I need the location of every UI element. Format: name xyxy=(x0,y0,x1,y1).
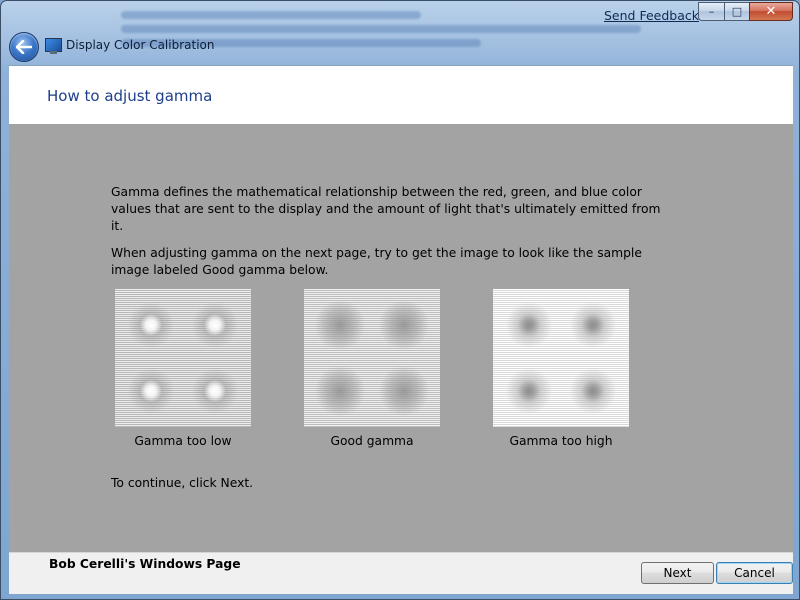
maximize-icon: □ xyxy=(731,5,743,18)
continue-instruction: To continue, click Next. xyxy=(111,476,254,490)
window-title: Display Color Calibration xyxy=(66,38,215,52)
maximize-button[interactable]: □ xyxy=(724,2,749,21)
gamma-instruction-text: When adjusting gamma on the next page, t… xyxy=(111,246,642,277)
header-area: How to adjust gamma xyxy=(9,65,793,125)
back-button[interactable] xyxy=(9,32,39,62)
send-feedback-link[interactable]: Send Feedback xyxy=(604,8,699,23)
app-window: Send Feedback – □ ✕ Display Color Calibr… xyxy=(0,0,800,600)
sample-caption: Gamma too high xyxy=(509,434,613,448)
back-arrow-icon xyxy=(16,40,32,54)
sample-caption: Good gamma xyxy=(330,434,414,448)
sample-good-gamma: Good gamma xyxy=(304,289,440,448)
page-title: How to adjust gamma xyxy=(47,87,213,105)
footer-brand-text: Bob Cerelli's Windows Page xyxy=(49,557,241,571)
footer-area: Bob Cerelli's Windows Page Next Cancel xyxy=(9,552,793,594)
close-icon: ✕ xyxy=(765,4,777,19)
sample-gamma-too-low: Gamma too low xyxy=(115,289,251,448)
minimize-button[interactable]: – xyxy=(698,2,724,21)
content-area: Gamma defines the mathematical relations… xyxy=(9,124,793,552)
monitor-icon xyxy=(45,38,62,54)
gamma-definition-text: Gamma defines the mathematical relations… xyxy=(111,185,661,233)
cancel-button[interactable]: Cancel xyxy=(716,562,793,584)
sample-gamma-too-high: Gamma too high xyxy=(493,289,629,448)
sample-caption: Gamma too low xyxy=(134,434,232,448)
next-button[interactable]: Next xyxy=(641,562,714,584)
gamma-too-low-image xyxy=(115,289,251,427)
caption-buttons: – □ ✕ xyxy=(698,2,793,21)
minimize-icon: – xyxy=(708,5,715,18)
gamma-too-high-image xyxy=(493,289,629,427)
good-gamma-image xyxy=(304,289,440,427)
close-button[interactable]: ✕ xyxy=(749,2,793,21)
